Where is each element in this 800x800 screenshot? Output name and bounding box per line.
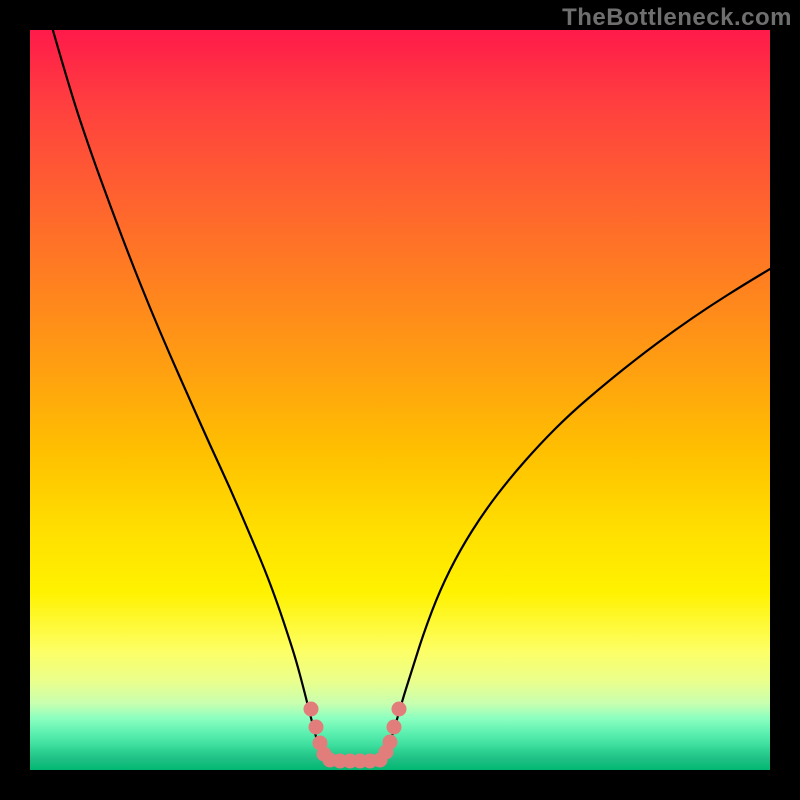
curve-marker [304,702,319,717]
marker-group [304,702,407,769]
chart-container: TheBottleneck.com [0,0,800,800]
bottleneck-curve [50,30,770,761]
curve-marker [387,720,402,735]
curve-marker [383,735,398,750]
curve-marker [309,720,324,735]
watermark-text: TheBottleneck.com [562,4,792,32]
plot-area [30,30,770,770]
curve-layer [30,30,770,770]
curve-marker [392,702,407,717]
